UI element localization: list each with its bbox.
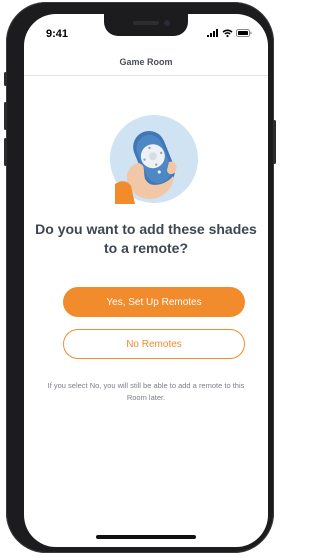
volume-up-button [4, 102, 7, 130]
status-time: 9:41 [46, 28, 69, 40]
footer-note: If you select No, you will still be able… [47, 381, 245, 402]
setup-remotes-button[interactable]: Yes, Set Up Remotes [63, 287, 245, 317]
notch [104, 14, 188, 36]
volume-down-button [4, 138, 7, 166]
status-icons [207, 29, 252, 37]
speaker-grille [133, 21, 159, 25]
header-divider [24, 75, 268, 76]
no-remotes-button[interactable]: No Remotes [63, 329, 245, 359]
power-button [273, 120, 276, 164]
front-camera [164, 20, 170, 26]
home-indicator [96, 535, 196, 539]
phone-frame: 9:41 Game Room Do you want to add these … [4, 2, 276, 553]
signal-icon [207, 29, 218, 37]
stage: 9:41 Game Room Do you want to add these … [0, 0, 279, 558]
screen: 9:41 Game Room Do you want to add these … [24, 14, 268, 547]
battery-icon [236, 29, 252, 37]
silent-switch [4, 72, 7, 86]
prompt-question: Do you want to add these shades to a rem… [35, 221, 257, 256]
page-title: Game Room [119, 57, 173, 67]
wifi-icon [222, 29, 233, 37]
hand-holding-remote-icon [110, 115, 198, 204]
